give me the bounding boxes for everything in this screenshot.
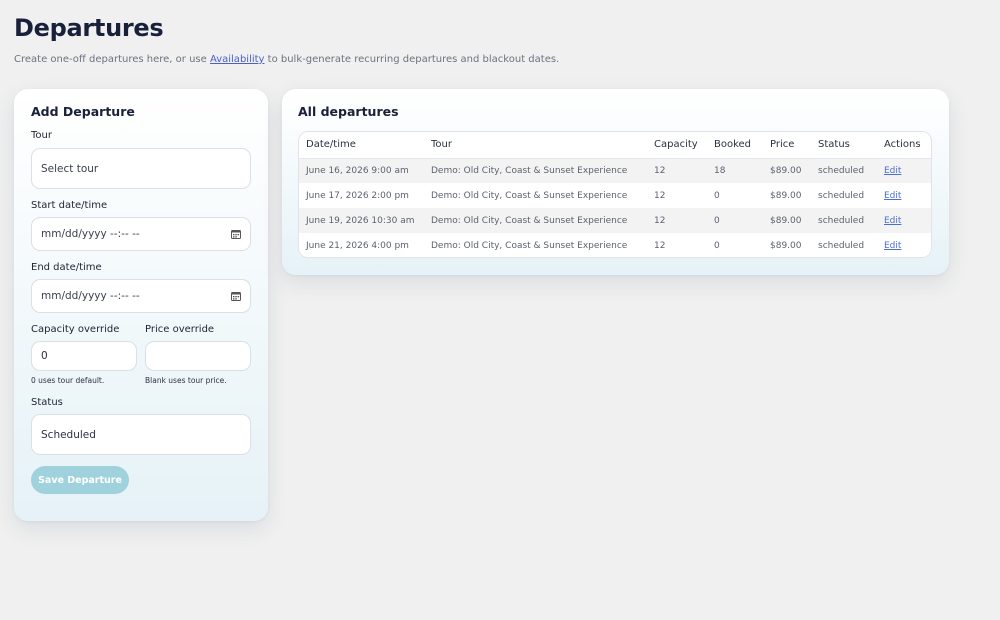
row-price: $89.00 (763, 183, 811, 208)
row-price: $89.00 (763, 158, 811, 183)
price-override-label: Price override (145, 324, 215, 335)
price-override-input[interactable] (145, 341, 251, 371)
end-datetime-placeholder: mm/dd/yyyy --:-- -- (41, 290, 140, 302)
column-header-capacity: Capacity (647, 132, 707, 159)
all-departures-card: All departures Date/time Tour Capacity B… (282, 89, 949, 275)
edit-link[interactable]: Edit (884, 241, 901, 251)
tour-select-value: Select tour (41, 162, 99, 175)
row-capacity: 12 (647, 183, 707, 208)
row-status: scheduled (811, 158, 877, 183)
row-tour: Demo: Old City, Coast & Sunset Experienc… (424, 183, 647, 208)
table-row: June 17, 2026 2:00 pm Demo: Old City, Co… (299, 183, 931, 208)
row-actions: Edit (877, 208, 931, 233)
row-actions: Edit (877, 233, 931, 257)
status-select[interactable]: Scheduled (31, 414, 251, 455)
capacity-override-label: Capacity override (31, 324, 120, 335)
calendar-icon[interactable] (231, 229, 241, 239)
status-select-value: Scheduled (41, 428, 96, 441)
row-datetime: June 17, 2026 2:00 pm (299, 183, 424, 208)
column-header-tour: Tour (424, 132, 647, 159)
add-departure-title: Add Departure (31, 104, 135, 119)
availability-link[interactable]: Availability (210, 54, 265, 65)
tour-label: Tour (31, 130, 52, 141)
add-departure-card: Add Departure Tour Select tour Start dat… (14, 89, 268, 521)
save-departure-button[interactable]: Save Departure (31, 466, 129, 494)
row-tour: Demo: Old City, Coast & Sunset Experienc… (424, 158, 647, 183)
row-capacity: 12 (647, 208, 707, 233)
start-datetime-input[interactable]: mm/dd/yyyy --:-- -- (31, 217, 251, 251)
row-price: $89.00 (763, 208, 811, 233)
row-datetime: June 16, 2026 9:00 am (299, 158, 424, 183)
row-capacity: 12 (647, 233, 707, 257)
start-datetime-placeholder: mm/dd/yyyy --:-- -- (41, 228, 140, 240)
capacity-hint: 0 uses tour default. (31, 376, 105, 385)
end-datetime-label: End date/time (31, 262, 102, 273)
calendar-icon[interactable] (231, 291, 241, 301)
table-row: June 21, 2026 4:00 pm Demo: Old City, Co… (299, 233, 931, 257)
row-price: $89.00 (763, 233, 811, 257)
column-header-datetime: Date/time (299, 132, 424, 159)
start-datetime-label: Start date/time (31, 200, 108, 211)
column-header-actions: Actions (877, 132, 931, 159)
row-booked: 0 (707, 233, 763, 257)
price-hint: Blank uses tour price. (145, 376, 227, 385)
row-actions: Edit (877, 183, 931, 208)
page-subtitle: Create one-off departures here, or use A… (14, 54, 559, 65)
edit-link[interactable]: Edit (884, 166, 901, 176)
capacity-override-input[interactable]: 0 (31, 341, 137, 371)
subtitle-text-after: to bulk-generate recurring departures an… (264, 54, 560, 65)
status-label: Status (31, 397, 63, 408)
row-datetime: June 19, 2026 10:30 am (299, 208, 424, 233)
all-departures-title: All departures (298, 104, 399, 119)
column-header-booked: Booked (707, 132, 763, 159)
edit-link[interactable]: Edit (884, 191, 901, 201)
row-tour: Demo: Old City, Coast & Sunset Experienc… (424, 208, 647, 233)
row-capacity: 12 (647, 158, 707, 183)
column-header-price: Price (763, 132, 811, 159)
row-booked: 0 (707, 183, 763, 208)
departures-table: Date/time Tour Capacity Booked Price Sta… (298, 131, 932, 258)
end-datetime-input[interactable]: mm/dd/yyyy --:-- -- (31, 279, 251, 313)
page-title: Departures (14, 14, 164, 42)
row-booked: 0 (707, 208, 763, 233)
table-row: June 16, 2026 9:00 am Demo: Old City, Co… (299, 158, 931, 183)
row-actions: Edit (877, 158, 931, 183)
subtitle-text-before: Create one-off departures here, or use (14, 54, 210, 65)
column-header-status: Status (811, 132, 877, 159)
table-header-row: Date/time Tour Capacity Booked Price Sta… (299, 132, 931, 159)
tour-select[interactable]: Select tour (31, 148, 251, 189)
row-booked: 18 (707, 158, 763, 183)
capacity-override-value: 0 (41, 350, 48, 362)
table-row: June 19, 2026 10:30 am Demo: Old City, C… (299, 208, 931, 233)
row-status: scheduled (811, 183, 877, 208)
row-datetime: June 21, 2026 4:00 pm (299, 233, 424, 257)
edit-link[interactable]: Edit (884, 216, 901, 226)
row-status: scheduled (811, 233, 877, 257)
row-status: scheduled (811, 208, 877, 233)
row-tour: Demo: Old City, Coast & Sunset Experienc… (424, 233, 647, 257)
